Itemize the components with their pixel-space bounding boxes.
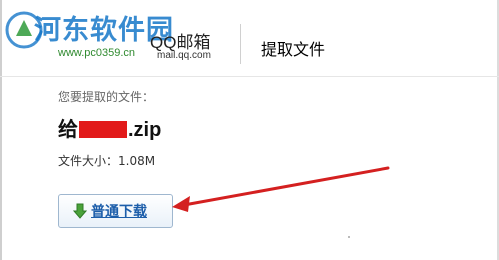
annotation-arrow [172, 166, 390, 212]
decorative-dot [348, 236, 350, 238]
